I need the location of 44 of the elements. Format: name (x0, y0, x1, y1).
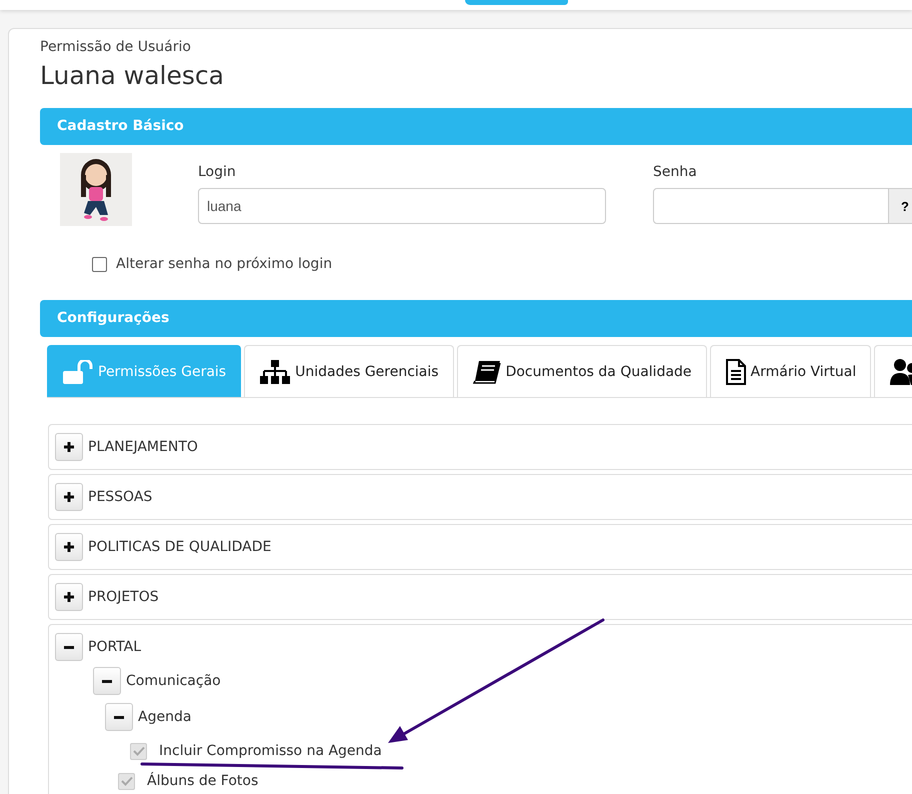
page-subtitle: Permissão de Usuário (40, 39, 192, 55)
field-label: Login (198, 164, 237, 180)
group-label: Comunicação (126, 673, 221, 689)
group-label: Agenda (138, 709, 192, 725)
tab[interactable]: Armário Virtual (710, 345, 872, 397)
group-label: PLANEJAMENTO (88, 439, 198, 455)
collapse-button[interactable] (105, 703, 133, 731)
login-field[interactable]: luana (198, 188, 606, 224)
expand-button[interactable] (55, 433, 83, 461)
group-label: PORTAL (88, 639, 142, 655)
password-field[interactable] (653, 188, 889, 224)
plus-icon (64, 492, 74, 502)
checkbox[interactable] (92, 256, 107, 272)
help-button[interactable]: ? (889, 188, 912, 224)
group-label: PESSOAS (88, 489, 152, 505)
check-icon (120, 776, 132, 786)
book-icon (472, 360, 501, 384)
group-label: PROJETOS (88, 589, 159, 605)
section-header: Cadastro Básico (40, 108, 912, 145)
minus-icon (64, 646, 74, 648)
minus-icon (102, 680, 112, 682)
collapse-button[interactable] (93, 667, 121, 695)
collapse-button[interactable] (55, 633, 83, 661)
plus-icon (64, 542, 74, 552)
section-header: Configurações (40, 300, 912, 337)
plus-icon (64, 442, 74, 452)
group-label: POLITICAS DE QUALIDADE (88, 539, 272, 555)
check-icon (132, 746, 144, 756)
minus-icon (114, 716, 124, 718)
expand-button[interactable] (55, 583, 83, 611)
expand-button[interactable] (55, 483, 83, 511)
unlock-icon (63, 360, 93, 384)
expand-button[interactable] (55, 533, 83, 561)
tab[interactable]: Unidades Gerenciais (244, 345, 454, 397)
page-title: Luana walesca (40, 61, 225, 90)
field-label: Senha (653, 164, 698, 180)
tab[interactable]: Documentos da Qualidade (456, 345, 707, 397)
permission-label: Incluir Compromisso na Agenda (159, 743, 382, 759)
plus-icon (64, 592, 74, 602)
permission-label: Álbuns de Fotos (147, 773, 258, 789)
hierarchy-icon (260, 360, 290, 384)
document-icon (726, 358, 746, 384)
checkbox-label: Alterar senha no próximo login (116, 256, 332, 272)
people-icon (890, 358, 912, 384)
